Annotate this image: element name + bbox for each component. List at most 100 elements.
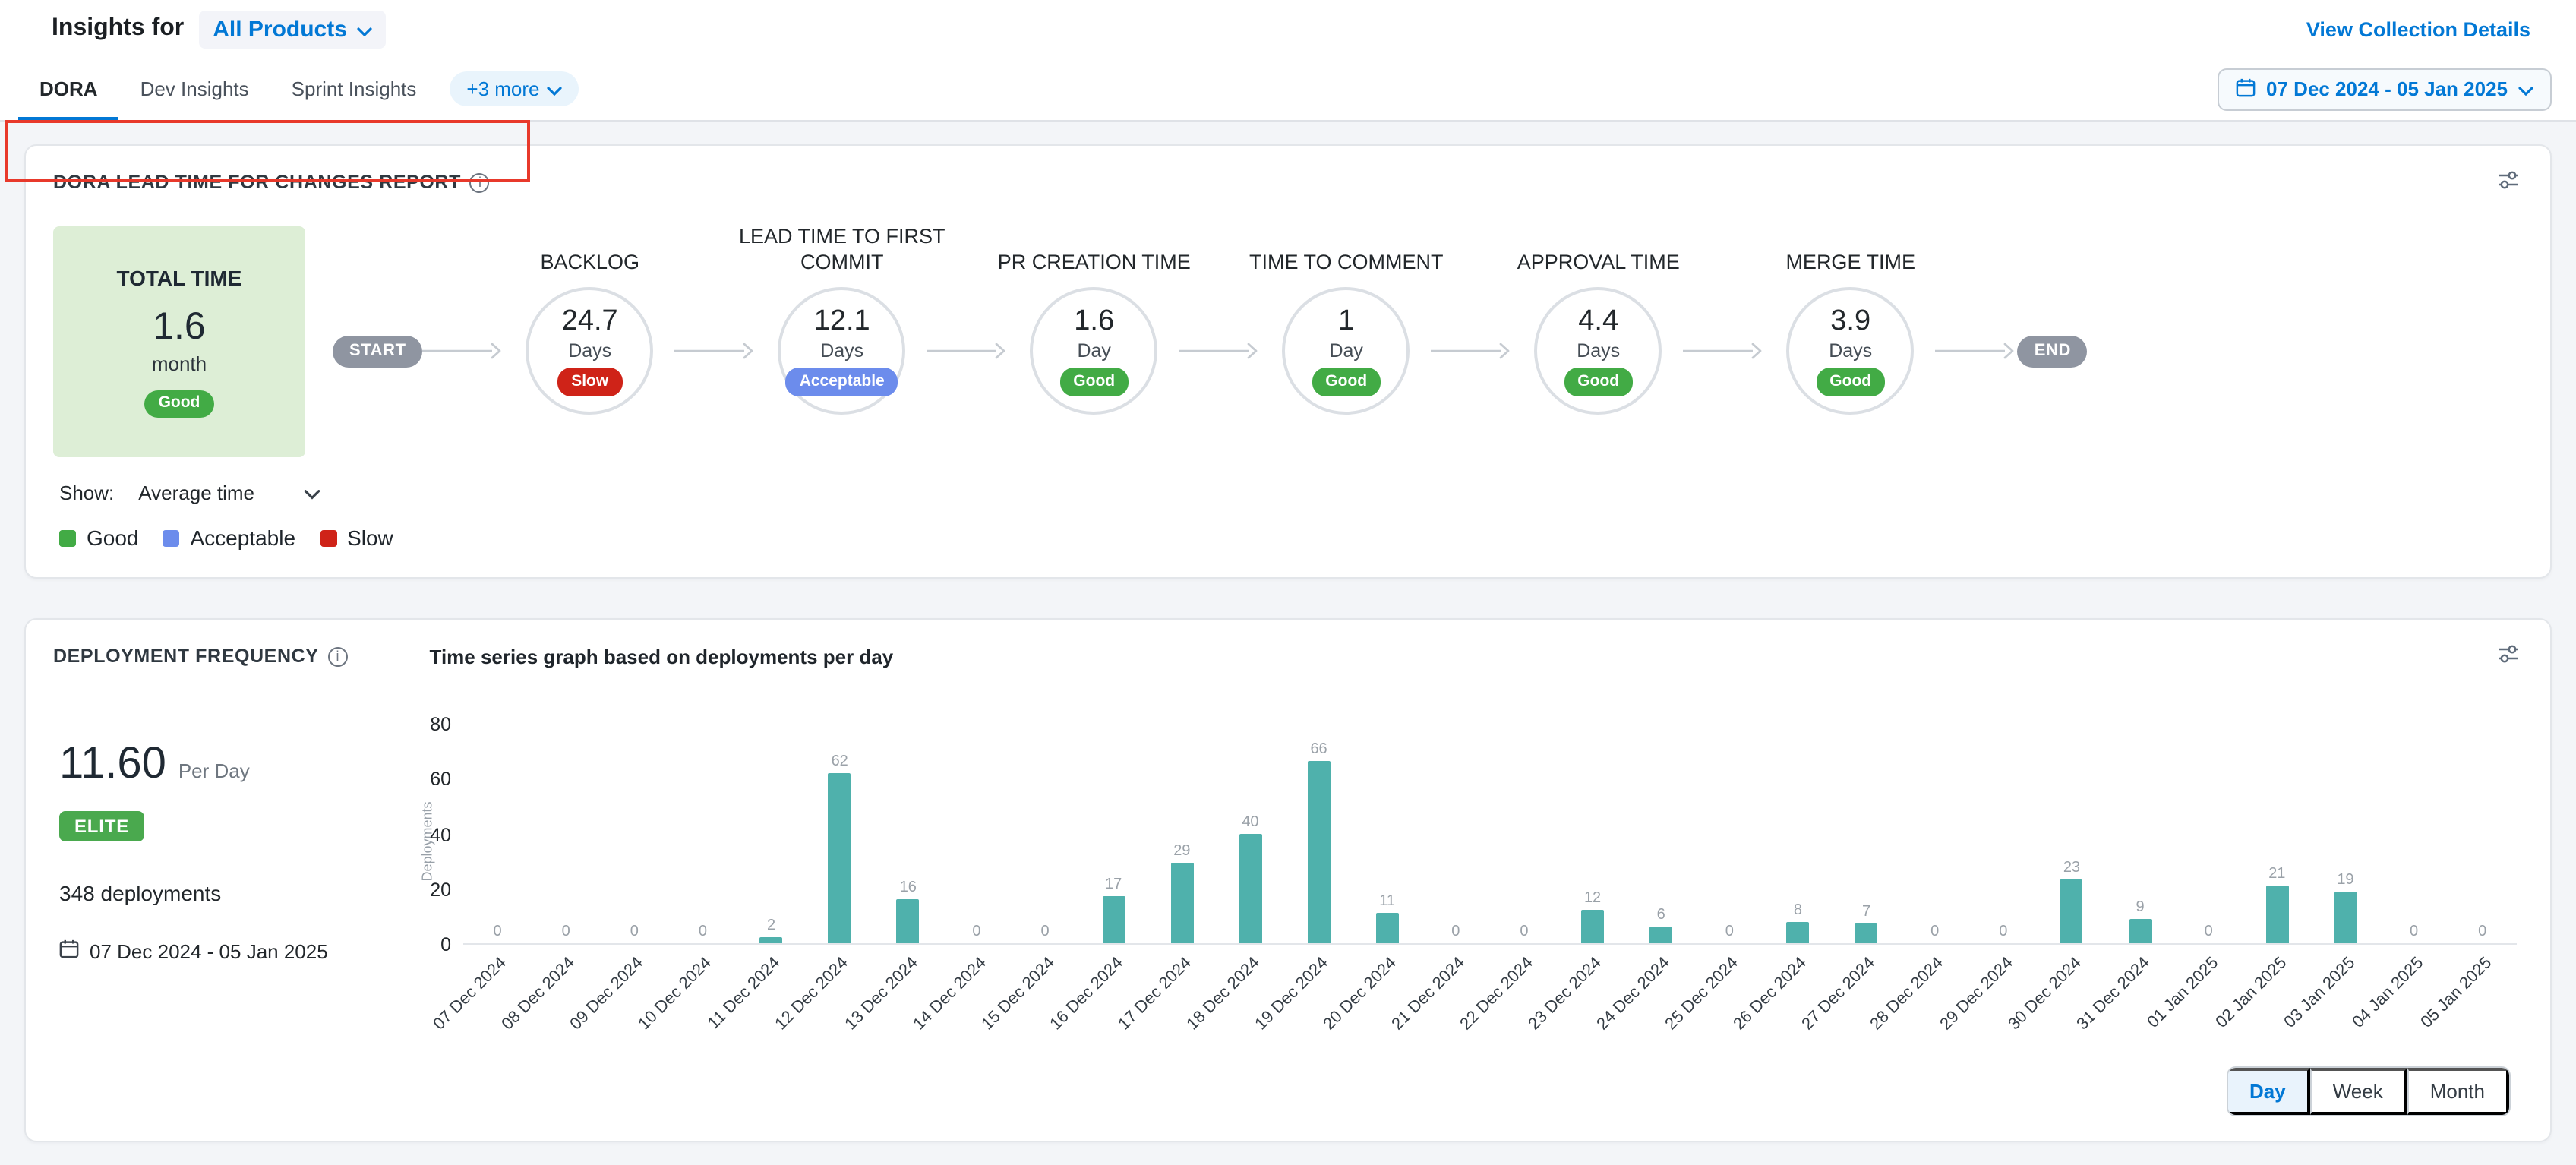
product-selector-value: All Products — [213, 16, 347, 42]
deployment-card-header: DEPLOYMENT FREQUENCY Time series graph b… — [26, 620, 2550, 679]
legend-label: Acceptable — [191, 526, 296, 550]
bar-value-label: 0 — [1725, 923, 1734, 940]
bar-column: 6 — [1627, 725, 1695, 943]
tab-dora[interactable]: DORA — [18, 58, 119, 120]
bar-value-label: 0 — [494, 923, 502, 940]
legend-swatch — [320, 529, 336, 546]
bar-column: 0 — [2174, 725, 2243, 943]
chevron-down-icon — [304, 481, 320, 504]
sliders-icon — [2497, 642, 2520, 670]
info-icon[interactable] — [470, 172, 490, 192]
stage-label: PR CREATION TIME — [979, 217, 1210, 287]
bar-value-label: 0 — [2205, 923, 2213, 940]
bar-column: 0 — [1695, 725, 1763, 943]
bar-column: 17 — [1079, 725, 1148, 943]
tab-dev-insights[interactable]: Dev Insights — [119, 58, 270, 120]
bar — [2265, 886, 2288, 943]
stage-circle: 4.4DaysGood — [1535, 287, 1662, 415]
stage-value: 1.6 — [1074, 305, 1114, 339]
stage-rating-badge: Slow — [557, 368, 622, 396]
lead-time-settings-button[interactable] — [2494, 166, 2523, 199]
stage-label: TIME TO COMMENT — [1231, 217, 1462, 287]
view-collection-details-link[interactable]: View Collection Details — [2306, 17, 2530, 40]
stage-circle: 1.6DayGood — [1031, 287, 1158, 415]
flow-arrow-icon — [1179, 342, 1261, 360]
bar — [1376, 913, 1399, 943]
stage-circle: 1DayGood — [1283, 287, 1410, 415]
granularity-month-button[interactable]: Month — [2407, 1068, 2509, 1115]
info-icon[interactable] — [328, 646, 348, 666]
tab-sprint-insights[interactable]: Sprint Insights — [270, 58, 438, 120]
flow-arrow-icon — [423, 342, 505, 360]
show-metric-value: Average time — [138, 481, 254, 504]
chart-y-axis: Deployments 020406080 — [412, 725, 463, 945]
bar-value-label: 2 — [767, 918, 775, 935]
bar-value-label: 16 — [900, 879, 917, 896]
bar-column: 0 — [668, 725, 737, 943]
granularity-week-button[interactable]: Week — [2310, 1068, 2407, 1115]
x-tick: 05 Jan 2025 — [2448, 945, 2517, 1063]
bar-value-label: 0 — [2410, 923, 2418, 940]
product-selector-dropdown[interactable]: All Products — [199, 10, 387, 48]
rating-legend: GoodAcceptableSlow — [26, 504, 2550, 577]
chevron-down-icon — [2518, 77, 2533, 100]
stage-label: MERGE TIME — [1735, 217, 1966, 287]
legend-item-acceptable: Acceptable — [163, 526, 296, 550]
chart-bars: 0000262160017294066110012608700239021190… — [463, 725, 2517, 945]
dora-dashboard: Insights for All Products View Collectio… — [0, 0, 2576, 1163]
y-tick-label: 60 — [430, 769, 451, 791]
bar-column: 21 — [2243, 725, 2311, 943]
stage-rating-badge: Good — [1059, 368, 1129, 396]
bar-value-label: 0 — [972, 923, 980, 940]
deployment-date-range: 07 Dec 2024 - 05 Jan 2025 — [59, 939, 390, 963]
stage-rating-badge: Good — [1564, 368, 1633, 396]
bar — [1308, 762, 1331, 943]
stage-label: BACKLOG — [475, 217, 706, 287]
stage-value: 24.7 — [562, 305, 618, 339]
bar-value-label: 0 — [1999, 923, 2007, 940]
deployment-settings-button[interactable] — [2494, 639, 2523, 673]
bar-column: 0 — [942, 725, 1011, 943]
granularity-day-button[interactable]: Day — [2228, 1068, 2310, 1115]
calendar-icon — [2236, 77, 2256, 101]
more-tabs-dropdown[interactable]: +3 more — [450, 71, 579, 106]
stage-unit: Days — [820, 340, 863, 361]
bar — [2334, 891, 2357, 943]
bar — [1239, 833, 1261, 943]
stage-unit: Days — [1829, 340, 1872, 361]
bar-column: 0 — [1969, 725, 2038, 943]
bar-value-label: 0 — [1520, 923, 1528, 940]
bar — [1855, 924, 1878, 943]
deployment-rate-value: 11.60 — [59, 740, 166, 790]
stage-unit: Days — [1577, 340, 1620, 361]
granularity-toggle-row: DayWeekMonth — [390, 1063, 2517, 1141]
flow-stage-merge-time: MERGE TIME3.9DaysGood — [1766, 217, 1936, 415]
show-row: Show: Average time — [26, 457, 2550, 504]
bar-column: 0 — [2380, 725, 2448, 943]
bar — [897, 899, 920, 943]
stage-unit: Days — [568, 340, 611, 361]
bar-value-label: 17 — [1105, 876, 1122, 893]
lead-time-card-header: DORA LEAD TIME FOR CHANGES REPORT — [26, 146, 2550, 205]
lead-time-body: TOTAL TIME 1.6 month Good START BACKLOG2… — [26, 205, 2550, 457]
insight-tabs: DORADev InsightsSprint Insights — [18, 58, 437, 120]
stage-unit: Day — [1329, 340, 1362, 361]
bar — [760, 938, 783, 943]
stage-label: APPROVAL TIME — [1483, 217, 1714, 287]
bar-value-label: 0 — [2478, 923, 2486, 940]
lead-time-card-title: DORA LEAD TIME FOR CHANGES REPORT — [53, 172, 461, 193]
date-range-picker[interactable]: 07 Dec 2024 - 05 Jan 2025 — [2218, 68, 2552, 110]
bar-value-label: 9 — [2136, 898, 2145, 915]
bar — [1649, 927, 1672, 943]
chevron-down-icon — [358, 16, 373, 42]
calendar-icon — [59, 939, 79, 963]
page-content: DORA LEAD TIME FOR CHANGES REPORT TOTAL … — [0, 122, 2576, 1165]
flow-stage-pr-creation-time: PR CREATION TIME1.6DayGood — [1009, 217, 1179, 415]
show-metric-select[interactable]: Average time — [138, 481, 320, 504]
y-tick-label: 80 — [430, 714, 451, 735]
y-tick-label: 0 — [440, 934, 451, 955]
legend-swatch — [163, 529, 180, 546]
bar-column: 8 — [1763, 725, 1832, 943]
bar-value-label: 8 — [1794, 901, 1802, 918]
bar-value-label: 7 — [1862, 905, 1870, 921]
